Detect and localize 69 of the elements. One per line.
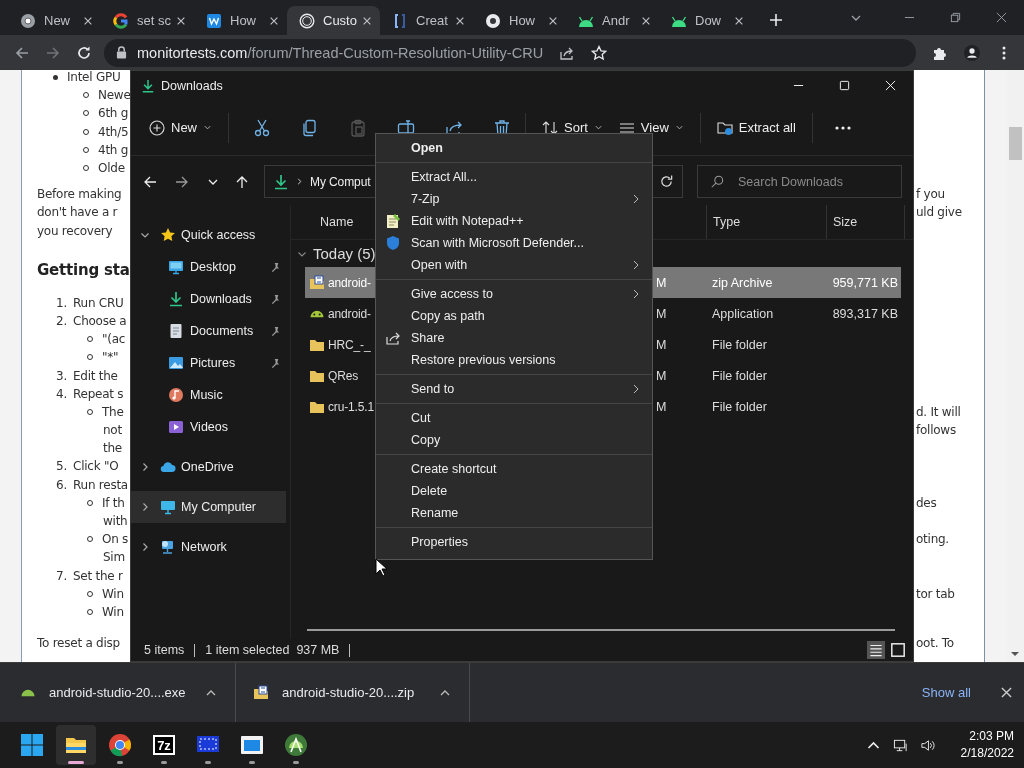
page-text: with bbox=[103, 514, 128, 529]
page-text: Win bbox=[102, 586, 124, 601]
status-text: 937 MB bbox=[296, 643, 340, 657]
page-text: Edit the bbox=[73, 368, 118, 383]
page-text: To reset a disp bbox=[37, 636, 120, 651]
breadcrumb-text: My Comput bbox=[310, 174, 371, 189]
page-text: Win bbox=[102, 604, 124, 619]
file-type: zip Archive bbox=[712, 275, 773, 290]
page-text: uld give bbox=[916, 205, 962, 220]
file-date: M bbox=[656, 368, 667, 383]
page-text: don't have a r bbox=[37, 205, 118, 220]
file-name: android- bbox=[328, 275, 371, 290]
page-text: Newe bbox=[98, 88, 131, 103]
page-text: If th bbox=[102, 495, 125, 510]
list-number: 5. bbox=[56, 459, 68, 474]
page-text: The bbox=[102, 404, 124, 419]
page-text: Click "O bbox=[73, 459, 119, 474]
file-name: cru-1.5.1 bbox=[328, 399, 374, 414]
page-text: d. It will bbox=[916, 404, 961, 419]
file-name: HRC_-_ bbox=[328, 337, 371, 352]
page-text: the bbox=[103, 441, 122, 456]
page-text: "*" bbox=[102, 350, 119, 365]
list-number: 3. bbox=[56, 368, 68, 383]
file-date: M bbox=[656, 399, 667, 414]
page-text: Sim bbox=[103, 550, 125, 565]
section-heading: Getting sta bbox=[37, 260, 130, 279]
url-text: monitortests.com/forum/Thread-Custom-Resolution-Utility-CRU bbox=[137, 44, 544, 61]
list-number: 4. bbox=[56, 386, 68, 401]
group-label: Today (5) bbox=[313, 245, 376, 262]
list-number: 1. bbox=[56, 295, 68, 310]
page-text: Choose a bbox=[73, 313, 127, 328]
file-size: 959,771 KB bbox=[832, 275, 898, 290]
app-tile: 7z bbox=[153, 735, 175, 755]
page-text: des bbox=[916, 495, 937, 510]
file-type: File folder bbox=[712, 399, 767, 414]
file-name: QRes bbox=[328, 368, 359, 383]
list-number: 2. bbox=[56, 313, 68, 328]
page-text: follows bbox=[916, 423, 956, 438]
page-text: you recovery bbox=[37, 223, 113, 238]
page-text: oting. bbox=[916, 532, 949, 547]
file-type: Application bbox=[712, 306, 774, 321]
page-text: 4th g bbox=[98, 142, 129, 157]
page-text: Intel GPU bbox=[67, 70, 121, 85]
page-text: f you bbox=[916, 187, 945, 202]
page-text: oot. To bbox=[916, 636, 954, 651]
file-date: M bbox=[656, 337, 667, 352]
file-date: M bbox=[656, 275, 667, 290]
status-text: 5 items bbox=[144, 643, 185, 657]
list-number: 7. bbox=[56, 568, 68, 583]
file-type: File folder bbox=[712, 368, 767, 383]
file-name: android- bbox=[328, 306, 371, 321]
page-text: Before making bbox=[37, 187, 122, 202]
file-size: 893,317 KB bbox=[832, 306, 898, 321]
page-text: Run resta bbox=[73, 477, 128, 492]
page-text: Olde bbox=[98, 161, 125, 176]
file-type: File folder bbox=[712, 337, 767, 352]
page-text: 6th g bbox=[98, 106, 129, 121]
page-text: On s bbox=[102, 532, 129, 547]
page-text: Repeat s bbox=[73, 386, 124, 401]
file-date: M bbox=[656, 306, 667, 321]
page-text: tor tab bbox=[916, 586, 955, 601]
status-text: 1 item selected bbox=[205, 643, 290, 657]
page-text: 4th/5 bbox=[98, 124, 129, 139]
list-number: 6. bbox=[56, 477, 68, 492]
window-title: Downloads bbox=[161, 78, 223, 93]
page-text: Run CRU bbox=[73, 295, 124, 310]
page-text: not bbox=[103, 423, 122, 438]
page-text: "(ac bbox=[102, 332, 126, 347]
page-text: Set the r bbox=[73, 568, 123, 583]
